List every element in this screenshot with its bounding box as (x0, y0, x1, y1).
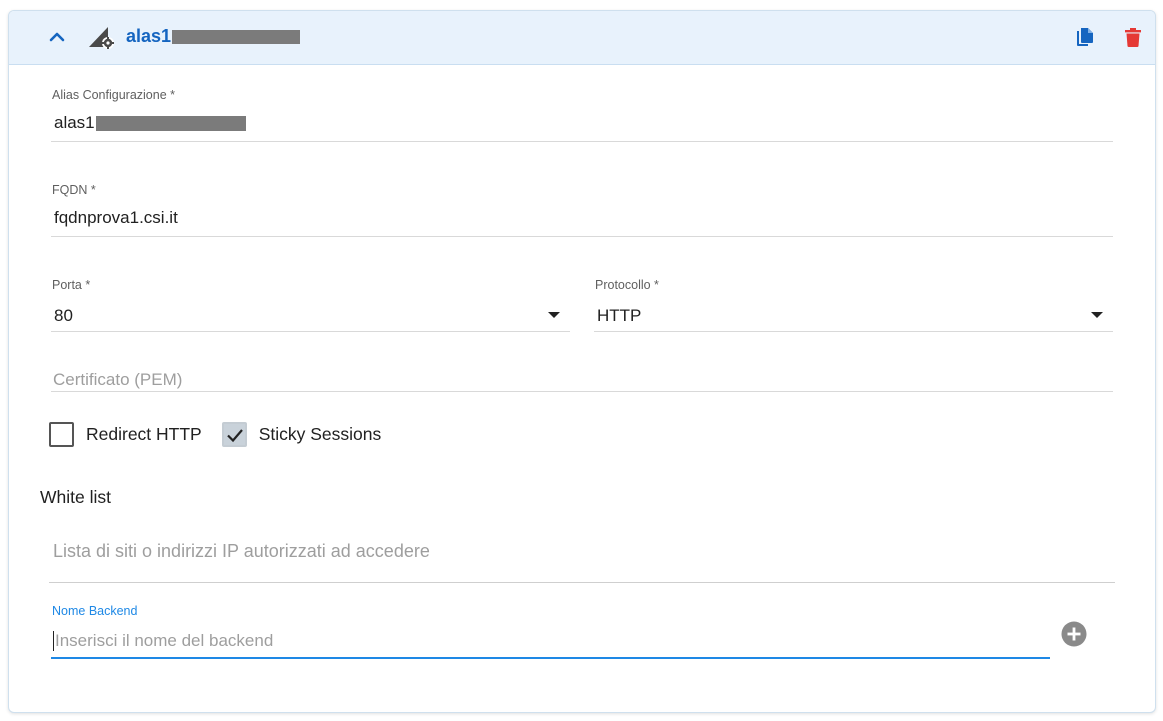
copy-icon[interactable] (1074, 26, 1096, 48)
nome-backend-underline (51, 657, 1050, 659)
options-row: Redirect HTTP Sticky Sessions (40, 421, 401, 447)
sticky-sessions-label[interactable]: Sticky Sessions (259, 424, 382, 445)
white-list-title: White list (40, 487, 111, 507)
fqdn-label: FQDN * (52, 183, 96, 197)
delete-icon[interactable] (1122, 26, 1144, 48)
protocollo-label: Protocollo * (595, 278, 659, 292)
white-list-underline (49, 582, 1115, 583)
redirect-http-label[interactable]: Redirect HTTP (86, 424, 202, 445)
white-list-input[interactable]: Lista di siti o indirizzi IP autorizzati… (49, 538, 1115, 583)
nome-backend-field[interactable]: Nome Backend Inserisci il nome del backe… (51, 604, 1050, 659)
sticky-sessions-checkbox[interactable] (221, 421, 247, 447)
redirect-http-checkbox[interactable] (49, 421, 74, 447)
panel-title: alas1 (126, 26, 301, 47)
redacted-block (172, 29, 301, 44)
nome-backend-label: Nome Backend (52, 604, 138, 618)
panel-title-text: alas1 (126, 26, 172, 46)
porta-select[interactable]: Porta * 80 (51, 278, 570, 332)
protocollo-dropdown-icon[interactable] (1091, 312, 1103, 318)
alias-label: Alias Configurazione * (52, 88, 175, 102)
text-cursor (53, 631, 54, 651)
porta-underline (51, 331, 570, 332)
protocollo-select[interactable]: Protocollo * HTTP (594, 278, 1113, 332)
panel-header[interactable]: alas1 (9, 11, 1155, 65)
porta-label: Porta * (52, 278, 91, 292)
white-list-placeholder: Lista di siti o indirizzi IP autorizzati… (53, 541, 430, 561)
nome-backend-input[interactable]: Inserisci il nome del backend (53, 631, 273, 651)
alias-field[interactable]: Alias Configurazione * alas1 (51, 88, 1113, 142)
alias-value-text: alas1 (54, 113, 95, 132)
alias-underline (51, 141, 1113, 142)
check-icon (226, 428, 243, 442)
chevron-up-icon[interactable] (47, 27, 67, 47)
nome-backend-placeholder: Inserisci il nome del backend (55, 631, 274, 650)
protocollo-underline (594, 331, 1113, 332)
redacted-block (95, 115, 246, 131)
alias-value[interactable]: alas1 (54, 113, 246, 133)
fqdn-underline (51, 236, 1113, 237)
certificato-input[interactable]: Certificato (PEM) (51, 368, 1113, 392)
fqdn-field[interactable]: FQDN * fqdnprova1.csi.it (51, 183, 1113, 237)
certificato-underline (51, 391, 1113, 392)
certificato-placeholder: Certificato (PEM) (53, 370, 183, 389)
fqdn-value[interactable]: fqdnprova1.csi.it (54, 208, 178, 228)
protocollo-value: HTTP (597, 306, 642, 325)
add-backend-icon[interactable] (1061, 621, 1087, 647)
load-balancer-settings-icon (89, 27, 114, 49)
porta-value: 80 (54, 306, 73, 325)
porta-dropdown-icon[interactable] (548, 312, 560, 318)
